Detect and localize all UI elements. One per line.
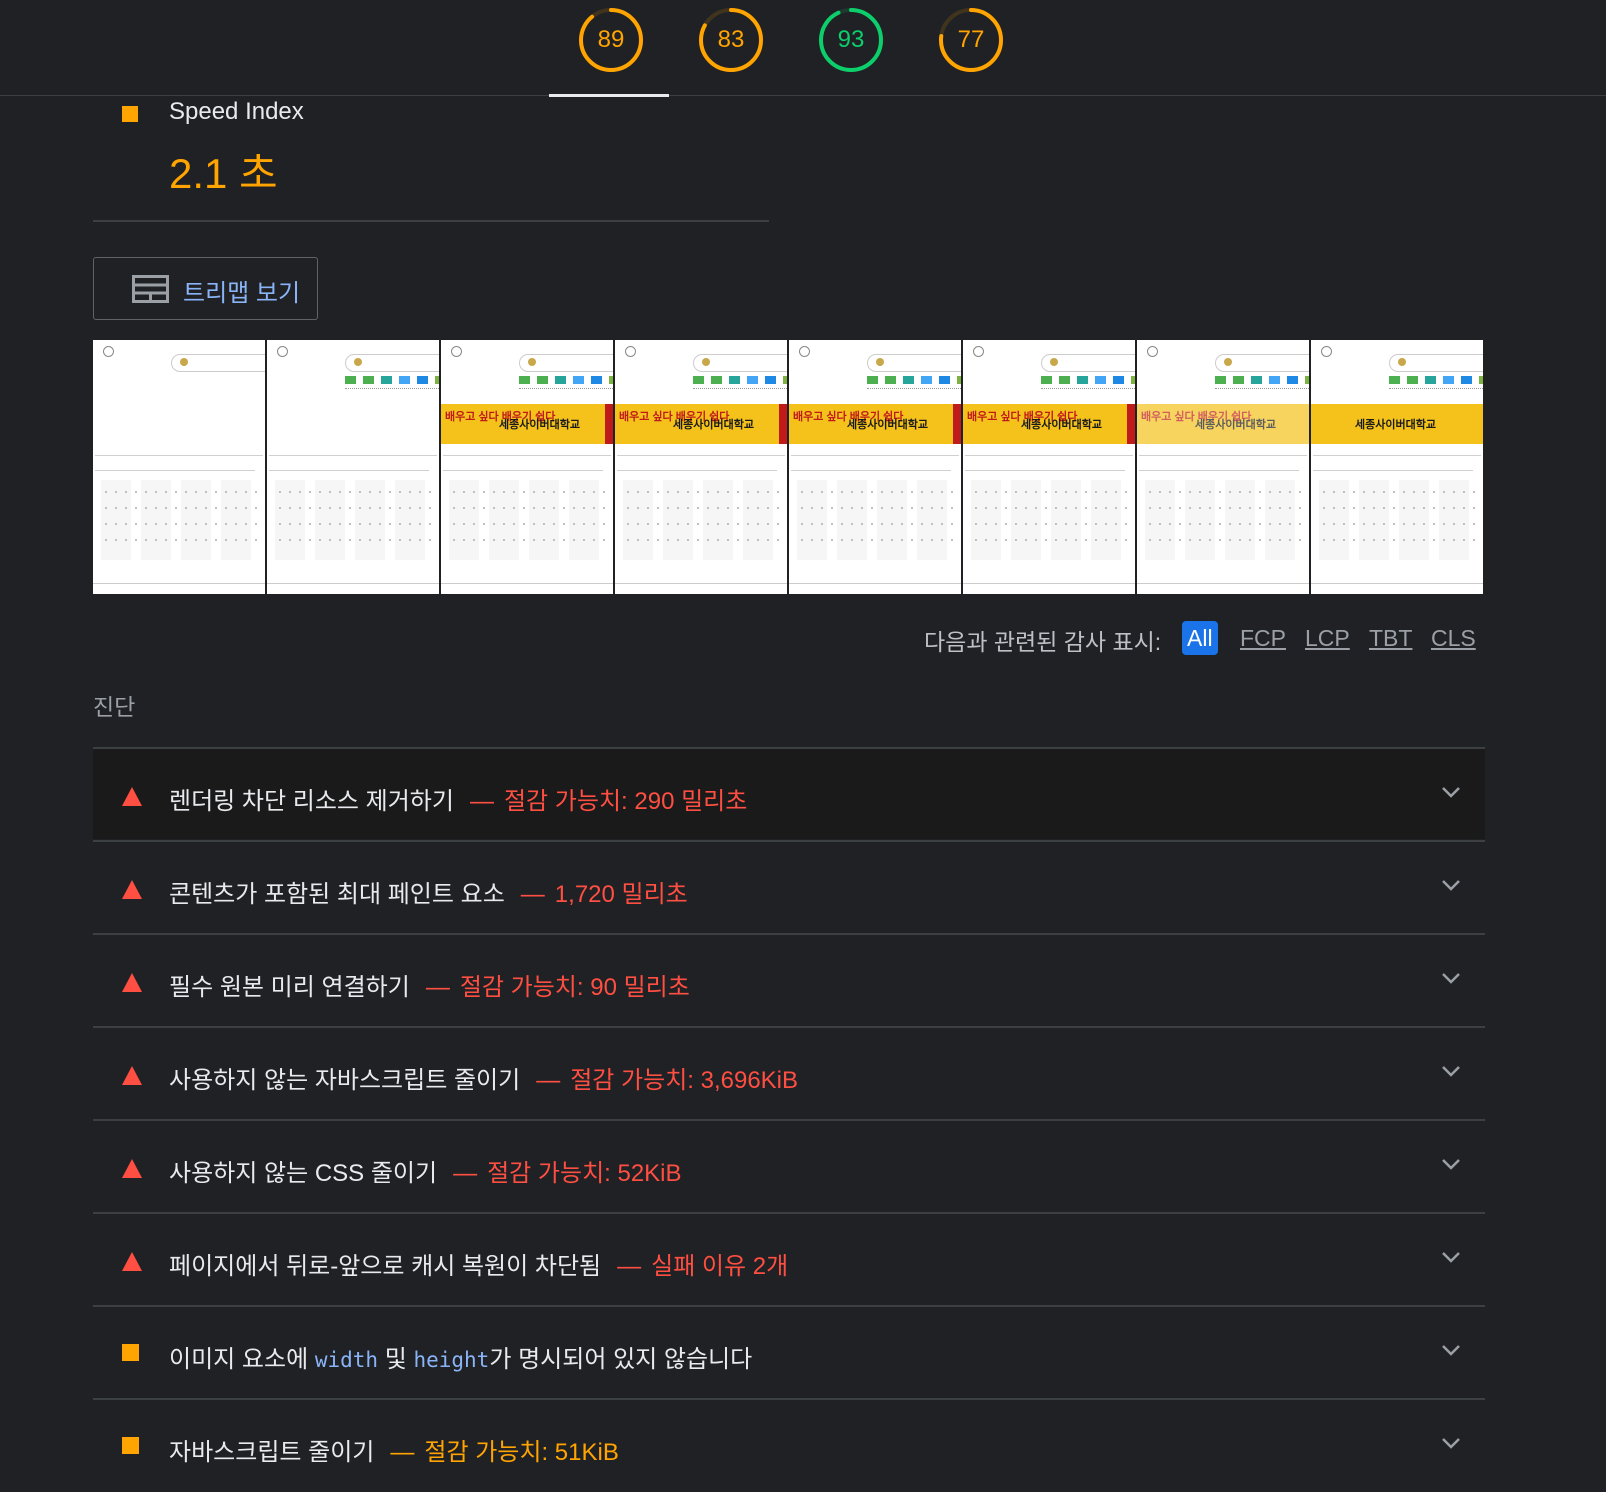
filmstrip-frame bbox=[267, 340, 439, 594]
fail-triangle-icon bbox=[122, 1159, 142, 1178]
filmstrip-frame: 배우고 싶다 배우기 쉽다 세종사이버대학교 bbox=[441, 340, 613, 594]
treemap-icon bbox=[132, 275, 169, 303]
filmstrip: 배우고 싶다 배우기 쉽다 세종사이버대학교 배우고 싶다 배우기 쉽다 세종사이버… bbox=[93, 340, 1485, 594]
filter-chip-cls[interactable]: CLS bbox=[1426, 621, 1481, 655]
gauge-score: 77 bbox=[957, 26, 985, 53]
audit-title-part: 및 bbox=[378, 1346, 414, 1373]
audit-preconnect-origins[interactable]: 필수 원본 미리 연결하기 — 절감 가능치: 90 밀리초 bbox=[93, 933, 1485, 1025]
metric-status-square-icon bbox=[122, 106, 138, 122]
audit-title-part: 이미지 요소에 bbox=[169, 1346, 315, 1373]
audit-title: 사용하지 않는 CSS 줄이기 bbox=[169, 1160, 438, 1187]
audit-savings: 절감 가능치: 3,696KiB bbox=[570, 1067, 799, 1094]
banner-title: 세종사이버대학교 bbox=[1021, 419, 1102, 431]
gauge-seo[interactable]: 77 bbox=[939, 8, 1003, 72]
audit-minify-javascript[interactable]: 자바스크립트 줄이기 — 절감 가능치: 51KiB bbox=[93, 1398, 1485, 1490]
audit-unsized-images[interactable]: 이미지 요소에 width 및 height가 명시되어 있지 않습니다 bbox=[93, 1305, 1485, 1397]
gauge-score: 93 bbox=[837, 26, 865, 53]
chevron-down-icon[interactable] bbox=[1441, 1343, 1461, 1357]
audit-title: 자바스크립트 줄이기 bbox=[169, 1439, 375, 1466]
audit-code-height: height bbox=[413, 1348, 490, 1372]
category-gauges-bar: 89 83 93 77 bbox=[0, 0, 1606, 97]
audit-render-blocking-resources[interactable]: 렌더링 차단 리소스 제거하기 — 절감 가능치: 290 밀리초 bbox=[93, 747, 1485, 839]
gauge-score: 89 bbox=[597, 26, 625, 53]
audit-largest-contentful-paint-element[interactable]: 콘텐츠가 포함된 최대 페인트 요소 —1,720 밀리초 bbox=[93, 840, 1485, 932]
filmstrip-frame: 배우고 싶다 배우기 쉽다 세종사이버대학교 bbox=[615, 340, 787, 594]
filter-chip-all[interactable]: All bbox=[1182, 621, 1218, 655]
audit-title: 렌더링 차단 리소스 제거하기 bbox=[169, 788, 454, 815]
chevron-down-icon[interactable] bbox=[1441, 971, 1461, 985]
gauge-accessibility[interactable]: 83 bbox=[699, 8, 763, 72]
banner-title: 세종사이버대학교 bbox=[1195, 419, 1276, 431]
metric-value: 2.1 초 bbox=[169, 150, 278, 197]
chevron-down-icon[interactable] bbox=[1441, 1436, 1461, 1450]
filmstrip-frame bbox=[93, 340, 265, 594]
treemap-button-label: 트리맵 보기 bbox=[183, 280, 301, 307]
audit-savings: 1,720 밀리초 bbox=[554, 881, 688, 908]
audit-filter-label: 다음과 관련된 감사 표시: bbox=[924, 629, 1162, 655]
audit-title: 필수 원본 미리 연결하기 bbox=[169, 974, 410, 1001]
audit-savings: 절감 가능치: 90 밀리초 bbox=[459, 974, 690, 1001]
audit-code-width: width bbox=[314, 1348, 379, 1372]
fail-triangle-icon bbox=[122, 880, 142, 899]
banner-title: 세종사이버대학교 bbox=[673, 419, 754, 431]
chevron-down-icon[interactable] bbox=[1441, 1250, 1461, 1264]
filmstrip-frame: 배우고 싶다 배우기 쉽다 세종사이버대학교 bbox=[1137, 340, 1309, 594]
audit-unused-css[interactable]: 사용하지 않는 CSS 줄이기 — 절감 가능치: 52KiB bbox=[93, 1119, 1485, 1211]
gauge-performance[interactable]: 89 bbox=[579, 8, 643, 72]
banner-title: 세종사이버대학교 bbox=[847, 419, 928, 431]
gauge-best-practices[interactable]: 93 bbox=[819, 8, 883, 72]
filter-chip-lcp[interactable]: LCP bbox=[1300, 621, 1355, 655]
audit-bfcache[interactable]: 페이지에서 뒤로-앞으로 캐시 복원이 차단됨 — 실패 이유 2개 bbox=[93, 1212, 1485, 1304]
chevron-down-icon[interactable] bbox=[1441, 785, 1461, 799]
chevron-down-icon[interactable] bbox=[1441, 1064, 1461, 1078]
fail-triangle-icon bbox=[122, 1066, 142, 1085]
banner-title: 세종사이버대학교 bbox=[499, 419, 580, 431]
divider bbox=[93, 220, 769, 222]
audit-title: 페이지에서 뒤로-앞으로 캐시 복원이 차단됨 bbox=[169, 1253, 602, 1280]
fail-triangle-icon bbox=[122, 973, 142, 992]
audit-title-part: 가 명시되어 있지 않습니다 bbox=[489, 1346, 753, 1373]
average-square-icon bbox=[122, 1437, 139, 1454]
audit-unused-javascript[interactable]: 사용하지 않는 자바스크립트 줄이기 — 절감 가능치: 3,696KiB bbox=[93, 1026, 1485, 1118]
banner-title: 세종사이버대학교 bbox=[1355, 419, 1436, 431]
chevron-down-icon[interactable] bbox=[1441, 1157, 1461, 1171]
diagnostics-section-title: 진단 bbox=[93, 694, 136, 720]
chevron-down-icon[interactable] bbox=[1441, 878, 1461, 892]
audit-failure-count: 실패 이유 2개 bbox=[651, 1253, 789, 1280]
fail-triangle-icon bbox=[122, 1252, 142, 1271]
filmstrip-frame: 배우고 싶다 배우기 쉽다 세종사이버대학교 bbox=[963, 340, 1135, 594]
fail-triangle-icon bbox=[122, 787, 142, 806]
metric-name: Speed Index bbox=[169, 98, 304, 125]
audit-title: 사용하지 않는 자바스크립트 줄이기 bbox=[169, 1067, 521, 1094]
average-square-icon bbox=[122, 1344, 139, 1361]
gauge-score: 83 bbox=[717, 26, 745, 53]
audit-savings: 절감 가능치: 52KiB bbox=[487, 1160, 682, 1187]
filter-chip-fcp[interactable]: FCP bbox=[1235, 621, 1291, 655]
active-gauge-indicator bbox=[549, 94, 669, 97]
view-treemap-button[interactable]: 트리맵 보기 bbox=[93, 257, 318, 320]
audit-savings: 절감 가능치: 290 밀리초 bbox=[503, 788, 748, 815]
audit-savings: 절감 가능치: 51KiB bbox=[424, 1439, 619, 1466]
filmstrip-frame: 세종사이버대학교 bbox=[1311, 340, 1483, 594]
filter-chip-tbt[interactable]: TBT bbox=[1364, 621, 1417, 655]
filmstrip-frame: 배우고 싶다 배우기 쉽다 세종사이버대학교 bbox=[789, 340, 961, 594]
audit-title: 콘텐츠가 포함된 최대 페인트 요소 bbox=[169, 881, 505, 908]
